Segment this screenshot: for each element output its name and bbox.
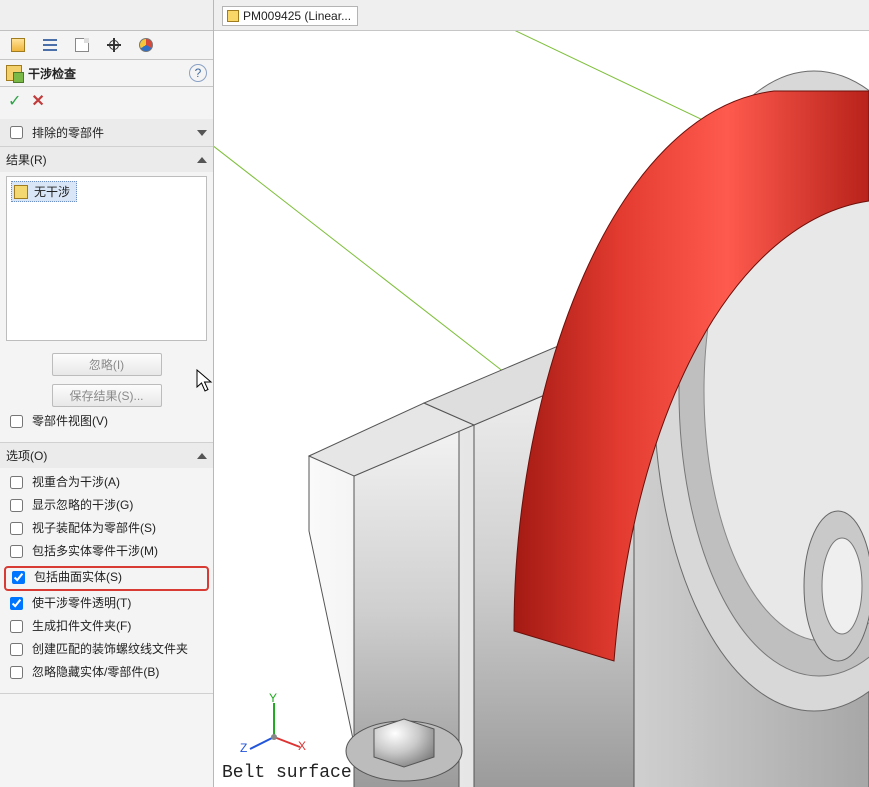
section-excluded: 排除的零部件 bbox=[0, 119, 213, 147]
mouse-cursor-icon bbox=[196, 369, 214, 393]
cube-icon bbox=[11, 38, 25, 52]
section-options-header[interactable]: 选项(O) bbox=[0, 443, 213, 468]
pie-icon bbox=[139, 38, 153, 52]
partview-label: 零部件视图(V) bbox=[32, 414, 108, 429]
option-row-8: 忽略隐藏实体/零部件(B) bbox=[6, 662, 207, 685]
feature-title: 干涉检查 bbox=[28, 65, 76, 82]
belt-surface-label: Belt surface bbox=[222, 763, 352, 783]
option-row-7: 创建匹配的装饰螺纹线文件夹 bbox=[6, 639, 207, 662]
lines-icon bbox=[43, 39, 57, 51]
topbar: PM009425 (Linear... bbox=[214, 0, 869, 31]
section-results: 结果(R) 无干涉 忽略(I) 保存结果(S)... 零部件视图(V) bbox=[0, 147, 213, 443]
option-checkbox-5[interactable] bbox=[10, 597, 23, 610]
option-checkbox-1[interactable] bbox=[10, 499, 23, 512]
confirm-row: ✓ ✕ bbox=[0, 87, 213, 120]
options-heading: 选项(O) bbox=[6, 447, 47, 464]
option-checkbox-7[interactable] bbox=[10, 643, 23, 656]
excluded-checkbox[interactable] bbox=[10, 126, 23, 139]
option-row-4: 包括曲面实体(S) bbox=[4, 566, 209, 591]
option-row-5: 使干涉零件透明(T) bbox=[6, 593, 207, 616]
option-row-2: 视子装配体为零部件(S) bbox=[6, 518, 207, 541]
triad-x-label: X bbox=[298, 739, 306, 753]
ignore-button[interactable]: 忽略(I) bbox=[52, 353, 162, 376]
tab-display[interactable] bbox=[98, 33, 130, 57]
feature-body[interactable]: 排除的零部件 结果(R) 无干涉 忽略(I) 保存结果(S)... bbox=[0, 119, 213, 787]
property-panel: 干涉检查 ? ✓ ✕ 排除的零部件 结果(R) bbox=[0, 0, 214, 787]
interference-icon bbox=[6, 65, 22, 81]
chevron-up-icon bbox=[197, 157, 207, 163]
crosshair-icon bbox=[106, 37, 122, 53]
triad-z-label: Z bbox=[240, 741, 247, 755]
help-button[interactable]: ? bbox=[189, 64, 207, 82]
tab-appearance[interactable] bbox=[130, 33, 162, 57]
feature-header: 干涉检查 ? bbox=[0, 60, 213, 87]
result-item-none[interactable]: 无干涉 bbox=[11, 181, 77, 202]
chevron-up-icon bbox=[197, 453, 207, 459]
option-checkbox-2[interactable] bbox=[10, 522, 23, 535]
cube-icon bbox=[227, 10, 239, 22]
ok-button[interactable]: ✓ bbox=[8, 91, 21, 111]
chevron-down-icon bbox=[197, 130, 207, 136]
sheet-icon bbox=[75, 38, 89, 52]
panel-tab-icons bbox=[0, 31, 213, 60]
option-checkbox-6[interactable] bbox=[10, 620, 23, 633]
option-row-6: 生成扣件文件夹(F) bbox=[6, 616, 207, 639]
document-tab[interactable]: PM009425 (Linear... bbox=[222, 6, 358, 26]
option-label-1: 显示忽略的干涉(G) bbox=[32, 498, 133, 513]
cancel-button[interactable]: ✕ bbox=[31, 91, 44, 111]
options-body: 视重合为干涉(A) 显示忽略的干涉(G) 视子装配体为零部件(S) 包括多实体零件干涉… bbox=[0, 468, 213, 693]
viewport-3d[interactable]: X Y Z Belt surface bbox=[214, 31, 869, 787]
option-checkbox-3[interactable] bbox=[10, 545, 23, 558]
option-row-0: 视重合为干涉(A) bbox=[6, 472, 207, 495]
tab-assembly[interactable] bbox=[2, 33, 34, 57]
tab-designtree[interactable] bbox=[34, 33, 66, 57]
option-checkbox-4[interactable] bbox=[12, 571, 25, 584]
excluded-label: 排除的零部件 bbox=[32, 124, 104, 141]
triad-y-label: Y bbox=[269, 691, 277, 705]
option-row-3: 包括多实体零件干涉(M) bbox=[6, 541, 207, 564]
option-label-6: 生成扣件文件夹(F) bbox=[32, 619, 131, 634]
option-checkbox-0[interactable] bbox=[10, 476, 23, 489]
panel-top-gap bbox=[0, 0, 213, 31]
option-row-1: 显示忽略的干涉(G) bbox=[6, 495, 207, 518]
option-label-3: 包括多实体零件干涉(M) bbox=[32, 544, 158, 559]
section-excluded-header[interactable]: 排除的零部件 bbox=[0, 119, 213, 146]
results-list[interactable]: 无干涉 bbox=[6, 176, 207, 341]
results-heading: 结果(R) bbox=[6, 151, 47, 168]
model-render bbox=[214, 31, 869, 787]
section-results-header[interactable]: 结果(R) bbox=[0, 147, 213, 172]
option-label-2: 视子装配体为零部件(S) bbox=[32, 521, 156, 536]
save-results-button[interactable]: 保存结果(S)... bbox=[52, 384, 162, 407]
option-label-4: 包括曲面实体(S) bbox=[34, 570, 122, 585]
section-options: 选项(O) 视重合为干涉(A) 显示忽略的干涉(G) 视子装配体为零部件(S) 包括多… bbox=[0, 443, 213, 694]
view-triad[interactable]: X Y Z bbox=[244, 697, 304, 757]
tab-config[interactable] bbox=[66, 33, 98, 57]
document-tab-label: PM009425 (Linear... bbox=[243, 9, 351, 23]
result-icon bbox=[14, 185, 28, 199]
option-label-0: 视重合为干涉(A) bbox=[32, 475, 120, 490]
option-label-7: 创建匹配的装饰螺纹线文件夹 bbox=[32, 642, 188, 657]
option-label-8: 忽略隐藏实体/零部件(B) bbox=[32, 665, 159, 680]
option-checkbox-8[interactable] bbox=[10, 666, 23, 679]
option-label-5: 使干涉零件透明(T) bbox=[32, 596, 131, 611]
result-item-label: 无干涉 bbox=[34, 183, 70, 200]
partview-checkbox[interactable] bbox=[10, 415, 23, 428]
